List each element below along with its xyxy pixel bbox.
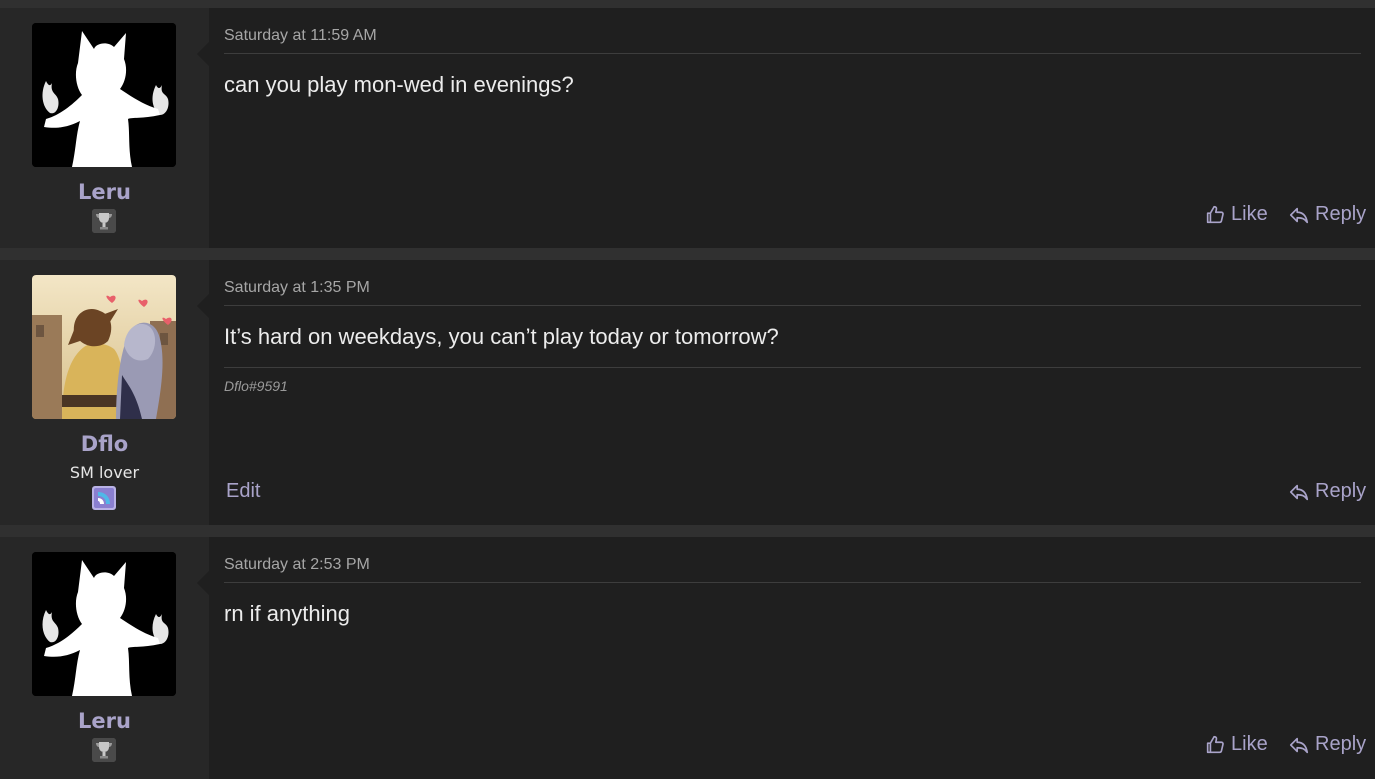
post-timestamp[interactable]: Saturday at 2:53 PM — [224, 556, 370, 574]
like-label: Like — [1231, 733, 1268, 755]
edit-label: Edit — [226, 480, 261, 502]
reply-icon — [1289, 207, 1309, 223]
message-arrow — [197, 294, 209, 318]
divider — [224, 305, 1361, 306]
like-button[interactable]: Like — [1204, 733, 1268, 756]
user-cell: Dflo SM lover — [0, 260, 209, 525]
reply-label: Reply — [1315, 203, 1367, 225]
post-timestamp[interactable]: Saturday at 11:59 AM — [224, 27, 377, 45]
message-text: can you play mon-wed in evenings? — [224, 72, 574, 97]
divider — [224, 582, 1361, 583]
avatar[interactable] — [32, 552, 176, 696]
post: Dflo SM lover Saturday at 1:35 PM It’s h… — [0, 260, 1375, 525]
thumbs-up-icon — [1206, 735, 1224, 753]
reply-icon — [1289, 737, 1309, 753]
divider — [224, 53, 1361, 54]
message-text: rn if anything — [224, 601, 350, 626]
trophy-icon — [92, 209, 116, 233]
reply-icon — [1289, 484, 1309, 500]
post: Leru Saturday at 2:53 PM rn if anything … — [0, 537, 1375, 779]
like-button[interactable]: Like — [1204, 203, 1268, 226]
reply-button[interactable]: Reply — [1288, 733, 1366, 756]
message-text: It’s hard on weekdays, you can’t play to… — [224, 324, 779, 349]
silhouette-avatar-icon — [32, 552, 176, 696]
avatar[interactable] — [32, 23, 176, 167]
signature: Dflo#9591 — [224, 378, 288, 394]
username[interactable]: Leru — [0, 709, 209, 733]
reply-button[interactable]: Reply — [1288, 480, 1366, 503]
message-arrow — [197, 42, 209, 66]
post: Leru Saturday at 11:59 AM can you play m… — [0, 8, 1375, 248]
reply-label: Reply — [1315, 733, 1367, 755]
edit-button[interactable]: Edit — [226, 480, 260, 503]
signature-divider — [224, 367, 1361, 368]
user-title: SM lover — [69, 463, 140, 482]
message-arrow — [197, 571, 209, 595]
avatar[interactable] — [32, 275, 176, 419]
reply-button[interactable]: Reply — [1288, 203, 1366, 226]
game-badge-icon — [92, 486, 116, 510]
user-cell: Leru — [0, 537, 209, 779]
silhouette-avatar-icon — [32, 23, 176, 167]
username[interactable]: Leru — [0, 180, 209, 204]
username[interactable]: Dflo — [0, 432, 209, 456]
trophy-icon — [92, 738, 116, 762]
anime-couple-avatar-icon — [32, 275, 176, 419]
reply-label: Reply — [1315, 480, 1367, 502]
post-timestamp[interactable]: Saturday at 1:35 PM — [224, 279, 370, 297]
user-cell: Leru — [0, 8, 209, 248]
thread: Leru Saturday at 11:59 AM can you play m… — [0, 0, 1375, 779]
like-label: Like — [1231, 203, 1268, 225]
thumbs-up-icon — [1206, 205, 1224, 223]
